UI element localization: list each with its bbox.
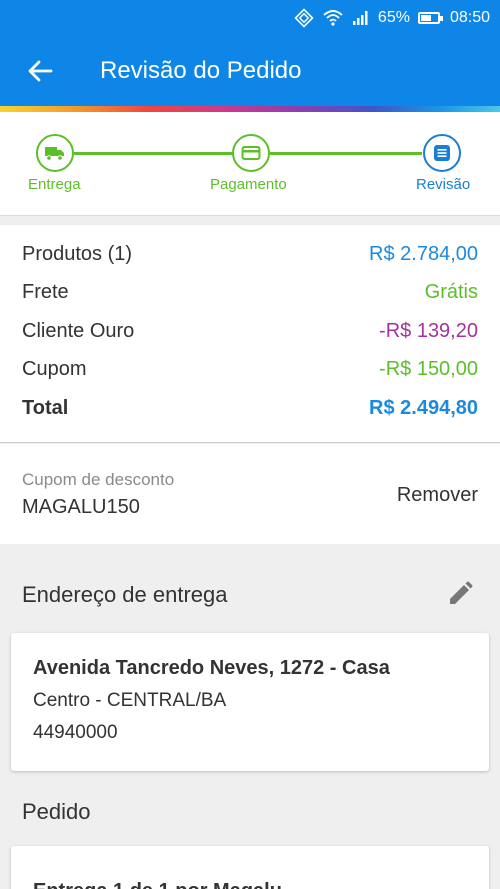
step-pagamento[interactable] bbox=[232, 134, 270, 172]
signal-icon bbox=[352, 10, 370, 26]
address-zip: 44940000 bbox=[33, 722, 118, 743]
arrow-back-icon[interactable] bbox=[20, 51, 60, 91]
address-section-title: Endereço de entrega bbox=[22, 582, 228, 607]
step-revisao[interactable] bbox=[423, 134, 461, 172]
remove-coupon-button[interactable]: Remover bbox=[397, 484, 478, 507]
summary-label: Cupom bbox=[22, 358, 87, 381]
summary-label: Produtos (1) bbox=[22, 242, 133, 265]
truck-icon bbox=[45, 147, 64, 161]
status-bar: 65% 08:50 bbox=[0, 0, 500, 36]
clock: 08:50 bbox=[449, 9, 490, 26]
summary-row-cliente-ouro: Cliente Ouro -R$ 139,20 bbox=[22, 312, 478, 351]
coupon-code: MAGALU150 bbox=[22, 496, 140, 518]
address-city: Centro - CENTRAL/BA bbox=[33, 690, 227, 711]
app-bar: Revisão do Pedido bbox=[0, 36, 500, 106]
coupon-section: Cupom de desconto MAGALU150 Remover bbox=[0, 444, 500, 544]
summary-value: R$ 2.494,80 bbox=[369, 396, 478, 419]
list-icon bbox=[434, 145, 450, 161]
order-delivery-line: Entrega 1 de 1 por Magalu bbox=[33, 880, 467, 889]
summary-row-total: Total R$ 2.494,80 bbox=[22, 389, 478, 428]
page-title: Revisão do Pedido bbox=[100, 57, 302, 84]
nfc-icon bbox=[294, 8, 314, 28]
step-connector bbox=[270, 152, 422, 155]
address-card[interactable]: Avenida Tancredo Neves, 1272 - Casa Cent… bbox=[11, 633, 489, 771]
address-street: Avenida Tancredo Neves, 1272 - Casa bbox=[33, 657, 390, 679]
summary-value: -R$ 150,00 bbox=[379, 358, 478, 381]
pencil-icon[interactable] bbox=[446, 580, 474, 608]
summary-row-frete: Frete Grátis bbox=[22, 274, 478, 313]
summary-row-cupom: Cupom -R$ 150,00 bbox=[22, 351, 478, 390]
order-card: Entrega 1 de 1 por Magalu bbox=[11, 846, 489, 889]
summary-label: Cliente Ouro bbox=[22, 319, 135, 342]
step-label-entrega: Entrega bbox=[28, 176, 81, 193]
battery-icon bbox=[417, 12, 443, 24]
summary-value: -R$ 139,20 bbox=[379, 319, 478, 342]
summary-label: Total bbox=[22, 396, 69, 419]
summary-value: R$ 2.784,00 bbox=[369, 242, 478, 265]
wifi-icon bbox=[322, 9, 344, 27]
checkout-stepper: Entrega Pagamento Revisão bbox=[0, 112, 500, 216]
card-icon bbox=[241, 146, 261, 160]
coupon-caption: Cupom de desconto bbox=[22, 470, 175, 489]
summary-value: Grátis bbox=[424, 281, 478, 304]
order-section-title: Pedido bbox=[22, 799, 91, 824]
step-entrega[interactable] bbox=[36, 134, 74, 172]
order-summary: Produtos (1) R$ 2.784,00 Frete Grátis Cl… bbox=[0, 225, 500, 443]
summary-label: Frete bbox=[22, 281, 69, 304]
step-connector bbox=[74, 152, 234, 155]
step-label-pagamento: Pagamento bbox=[210, 176, 287, 193]
battery-percent: 65% bbox=[377, 9, 410, 26]
step-label-revisao: Revisão bbox=[416, 176, 471, 193]
summary-row-produtos: Produtos (1) R$ 2.784,00 bbox=[22, 235, 478, 274]
